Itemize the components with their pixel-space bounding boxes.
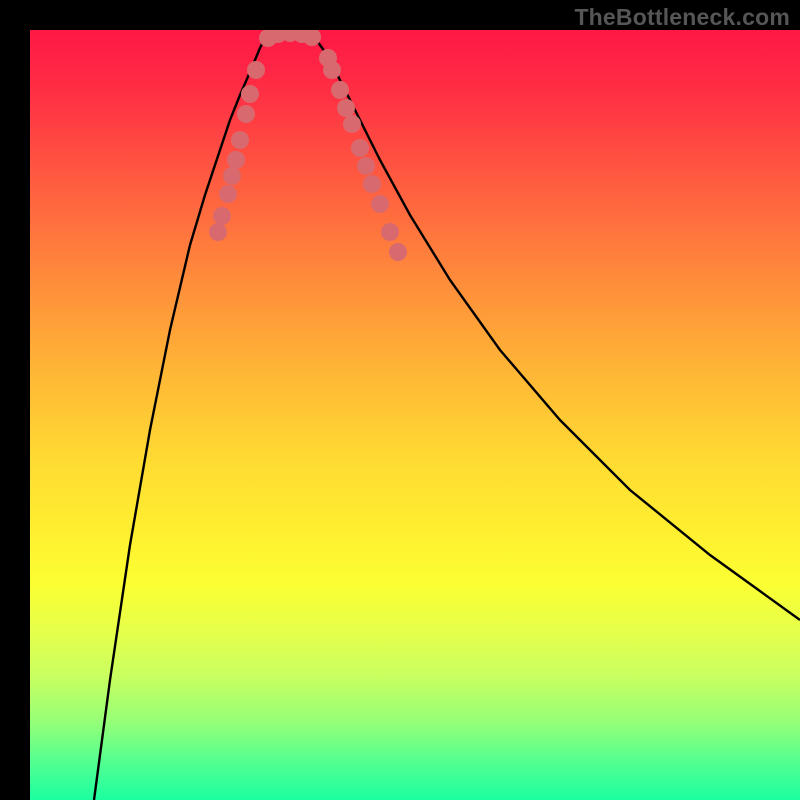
- marker-dot: [343, 115, 361, 133]
- chart-container: TheBottleneck.com: [0, 0, 800, 800]
- marker-dot: [237, 105, 255, 123]
- plot-area: [30, 30, 800, 800]
- marker-dot: [231, 131, 249, 149]
- marker-dot: [241, 85, 259, 103]
- marker-dot: [357, 157, 375, 175]
- marker-dot: [389, 243, 407, 261]
- bottleneck-curve: [94, 32, 800, 800]
- marker-dot: [337, 99, 355, 117]
- marker-dot: [223, 167, 241, 185]
- marker-dot: [323, 61, 341, 79]
- marker-dot: [331, 81, 349, 99]
- marker-dot: [213, 207, 231, 225]
- marker-dot: [247, 61, 265, 79]
- marker-dot: [209, 223, 227, 241]
- marker-dot: [219, 185, 237, 203]
- marker-dot: [227, 151, 245, 169]
- watermark-label: TheBottleneck.com: [574, 4, 790, 31]
- curve-layer: [30, 30, 800, 800]
- marker-dot: [351, 139, 369, 157]
- marker-dot: [371, 195, 389, 213]
- marker-dot: [363, 175, 381, 193]
- marker-dot: [381, 223, 399, 241]
- marker-group: [209, 30, 407, 261]
